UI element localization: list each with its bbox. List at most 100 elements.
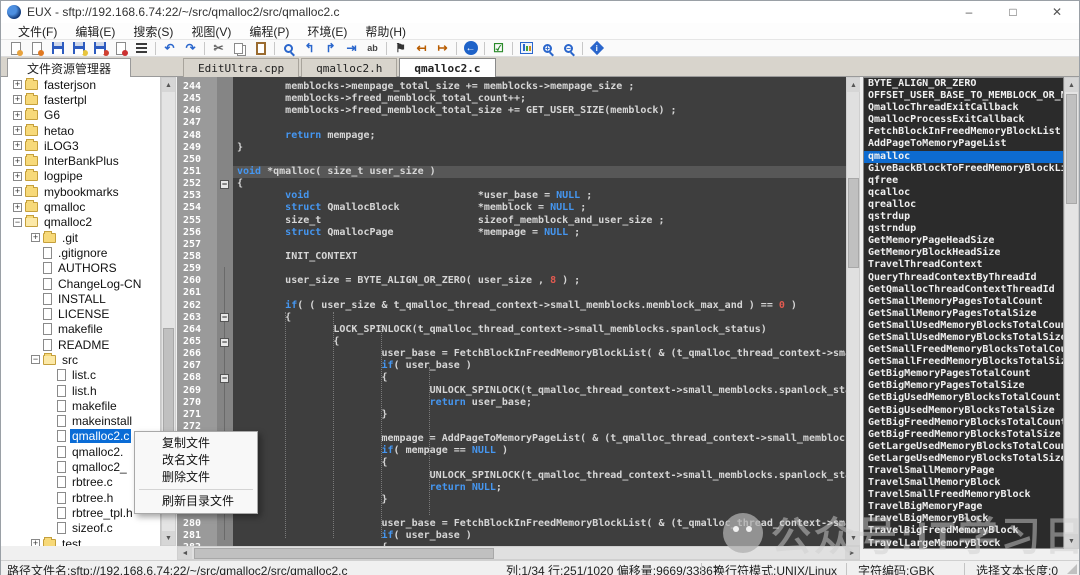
redo-icon[interactable]: ↷ — [180, 40, 201, 57]
code-line[interactable]: void *user_base = NULL ; — [233, 190, 846, 202]
tree-item-makefile[interactable]: makefile — [1, 398, 160, 413]
new-file-icon[interactable] — [5, 40, 26, 57]
code-line[interactable] — [233, 421, 846, 433]
cut-icon[interactable]: ✂ — [208, 40, 229, 57]
minimize-button[interactable]: – — [947, 1, 991, 23]
code-line[interactable]: { — [233, 312, 846, 324]
symbol-item-qmalloc[interactable]: qmalloc — [864, 151, 1063, 163]
tree-item-mybookmarks[interactable]: +mybookmarks — [1, 184, 160, 199]
symbol-item-TravelThreadContext[interactable]: TravelThreadContext — [864, 259, 1063, 271]
symbol-item-GetBigFreedMemoryBlocksTotalCount[interactable]: GetBigFreedMemoryBlocksTotalCount — [864, 417, 1063, 429]
expand-icon[interactable]: + — [13, 157, 22, 166]
save-as-icon[interactable] — [68, 40, 89, 57]
editor-vertical-scrollbar[interactable]: ▲ ▼ — [846, 77, 860, 546]
toggle-bookmark-icon[interactable]: ⚑ — [390, 40, 411, 57]
tree-item-qmalloc2[interactable]: −qmalloc2 — [1, 215, 160, 230]
find-icon[interactable] — [278, 40, 299, 57]
scroll-up-icon[interactable]: ▲ — [1065, 78, 1078, 92]
scroll-up-icon[interactable]: ▲ — [847, 78, 860, 92]
tree-item-list.c[interactable]: list.c — [1, 368, 160, 383]
code-line[interactable]: return NULL; — [233, 482, 846, 494]
case-convert-icon[interactable]: ab — [362, 40, 383, 57]
tree-item-qmalloc[interactable]: +qmalloc — [1, 199, 160, 214]
symbol-item-TravelBigMemoryPage[interactable]: TravelBigMemoryPage — [864, 501, 1063, 513]
symbol-item-GetLargeUsedMemoryBlocksTotalCoun[interactable]: GetLargeUsedMemoryBlocksTotalCoun — [864, 441, 1063, 453]
tree-item-logpipe[interactable]: +logpipe — [1, 169, 160, 184]
close-button[interactable]: ✕ — [1035, 1, 1079, 23]
tree-item-src[interactable]: −src — [1, 352, 160, 367]
code-line[interactable]: } — [233, 142, 846, 154]
symbol-item-GetBigMemoryPagesTotalSize[interactable]: GetBigMemoryPagesTotalSize — [864, 380, 1063, 392]
code-line[interactable]: { — [233, 457, 846, 469]
scrollbar-thumb[interactable] — [1066, 94, 1077, 204]
code-line[interactable]: struct QmallocPage *mempage = NULL ; — [233, 227, 846, 239]
tree-item-.gitignore[interactable]: .gitignore — [1, 245, 160, 260]
close-file-icon[interactable] — [110, 40, 131, 57]
menu-h[interactable]: 帮助(H) — [356, 23, 415, 40]
function-list-icon[interactable]: ☑ — [488, 40, 509, 57]
symbol-item-qrealloc[interactable]: qrealloc — [864, 199, 1063, 211]
tree-item-InterBankPlus[interactable]: +InterBankPlus — [1, 153, 160, 168]
symbol-item-qstrndup[interactable]: qstrndup — [864, 223, 1063, 235]
code-line[interactable]: user_base = FetchBlockInFreedMemoryBlock… — [233, 348, 846, 360]
context-menu-item[interactable]: 刷新目录文件 — [135, 493, 257, 510]
fold-marker-icon[interactable]: − — [220, 338, 229, 347]
scroll-down-icon[interactable]: ▼ — [1065, 534, 1078, 548]
find-previous-icon[interactable]: ↰ — [299, 40, 320, 57]
code-line[interactable]: memblocks->mempage_total_size += membloc… — [233, 81, 846, 93]
statistics-icon[interactable] — [516, 40, 537, 57]
scroll-down-icon[interactable]: ▼ — [162, 531, 175, 545]
tab-EditUltra.cpp[interactable]: EditUltra.cpp — [183, 58, 299, 77]
tab-qmalloc2.c[interactable]: qmalloc2.c — [399, 58, 495, 77]
menu-e[interactable]: 编辑(E) — [66, 23, 124, 40]
code-line[interactable]: struct QmallocBlock *memblock = NULL ; — [233, 202, 846, 214]
symbol-item-AddPageToMemoryPageList[interactable]: AddPageToMemoryPageList — [864, 138, 1063, 150]
expand-icon[interactable]: + — [13, 80, 22, 89]
undo-icon[interactable]: ↶ — [159, 40, 180, 57]
code-line[interactable]: return mempage; — [233, 130, 846, 142]
symbol-item-GetMemoryPageHeadSize[interactable]: GetMemoryPageHeadSize — [864, 235, 1063, 247]
expand-icon[interactable]: + — [13, 187, 22, 196]
symbol-item-GetSmallFreedMemoryBlocksTotalCou[interactable]: GetSmallFreedMemoryBlocksTotalCou — [864, 344, 1063, 356]
symbol-item-GetSmallUsedMemoryBlocksTotalCoun[interactable]: GetSmallUsedMemoryBlocksTotalCoun — [864, 320, 1063, 332]
code-line[interactable]: INIT_CONTEXT — [233, 251, 846, 263]
symbols-scrollbar[interactable]: ▲ ▼ — [1064, 77, 1079, 549]
expand-icon[interactable]: + — [13, 126, 22, 135]
tree-item-LICENSE[interactable]: LICENSE — [1, 306, 160, 321]
resize-grip[interactable] — [1067, 564, 1077, 574]
code-line[interactable]: mempage = AddPageToMemoryPageList( & (t_… — [233, 433, 846, 445]
symbol-item-QmallocThreadExitCallback[interactable]: QmallocThreadExitCallback — [864, 102, 1063, 114]
symbol-item-qstrdup[interactable]: qstrdup — [864, 211, 1063, 223]
tree-item-hetao[interactable]: +hetao — [1, 123, 160, 138]
scroll-down-icon[interactable]: ▼ — [847, 531, 860, 545]
find-next-icon[interactable]: ↱ — [320, 40, 341, 57]
symbol-item-TravelLargeMemoryBlock[interactable]: TravelLargeMemoryBlock — [864, 538, 1063, 549]
scroll-up-icon[interactable]: ▲ — [162, 78, 175, 92]
code-line[interactable] — [233, 117, 846, 129]
navigate-back-icon[interactable]: ← — [460, 40, 481, 57]
tree-item-AUTHORS[interactable]: AUTHORS — [1, 261, 160, 276]
code-line[interactable]: return user_base; — [233, 397, 846, 409]
current-code-line[interactable]: void *qmalloc( size_t user_size ) — [233, 166, 846, 178]
tree-item-iLOG3[interactable]: +iLOG3 — [1, 138, 160, 153]
collapse-icon[interactable]: − — [13, 218, 22, 227]
scrollbar-thumb[interactable] — [194, 548, 494, 559]
expand-icon[interactable]: + — [13, 203, 22, 212]
tree-item-makeinstall[interactable]: makeinstall — [1, 414, 160, 429]
symbol-item-GetMemoryBlockHeadSize[interactable]: GetMemoryBlockHeadSize — [864, 247, 1063, 259]
code-line[interactable] — [233, 239, 846, 251]
code-line[interactable]: { — [233, 336, 846, 348]
tree-item-sizeof.c[interactable]: sizeof.c — [1, 521, 160, 536]
fold-marker-icon[interactable]: − — [220, 180, 229, 189]
tree-item-ChangeLog-CN[interactable]: ChangeLog-CN — [1, 276, 160, 291]
context-menu-item[interactable]: 复制文件 — [135, 435, 257, 452]
symbol-item-GetSmallFreedMemoryBlocksTotalSiz[interactable]: GetSmallFreedMemoryBlocksTotalSiz — [864, 356, 1063, 368]
code-line[interactable] — [233, 154, 846, 166]
symbol-item-TravelBigFreedMemoryBlock[interactable]: TravelBigFreedMemoryBlock — [864, 525, 1063, 537]
code-line[interactable]: UNLOCK_SPINLOCK(t_qmalloc_thread_context… — [233, 385, 846, 397]
tree-item-G6[interactable]: +G6 — [1, 108, 160, 123]
maximize-button[interactable]: □ — [991, 1, 1035, 23]
zoom-in-icon[interactable]: + — [537, 40, 558, 57]
symbol-item-BYTE_ALIGN_OR_ZERO[interactable]: BYTE_ALIGN_OR_ZERO — [864, 78, 1063, 90]
code-line[interactable] — [233, 506, 846, 518]
